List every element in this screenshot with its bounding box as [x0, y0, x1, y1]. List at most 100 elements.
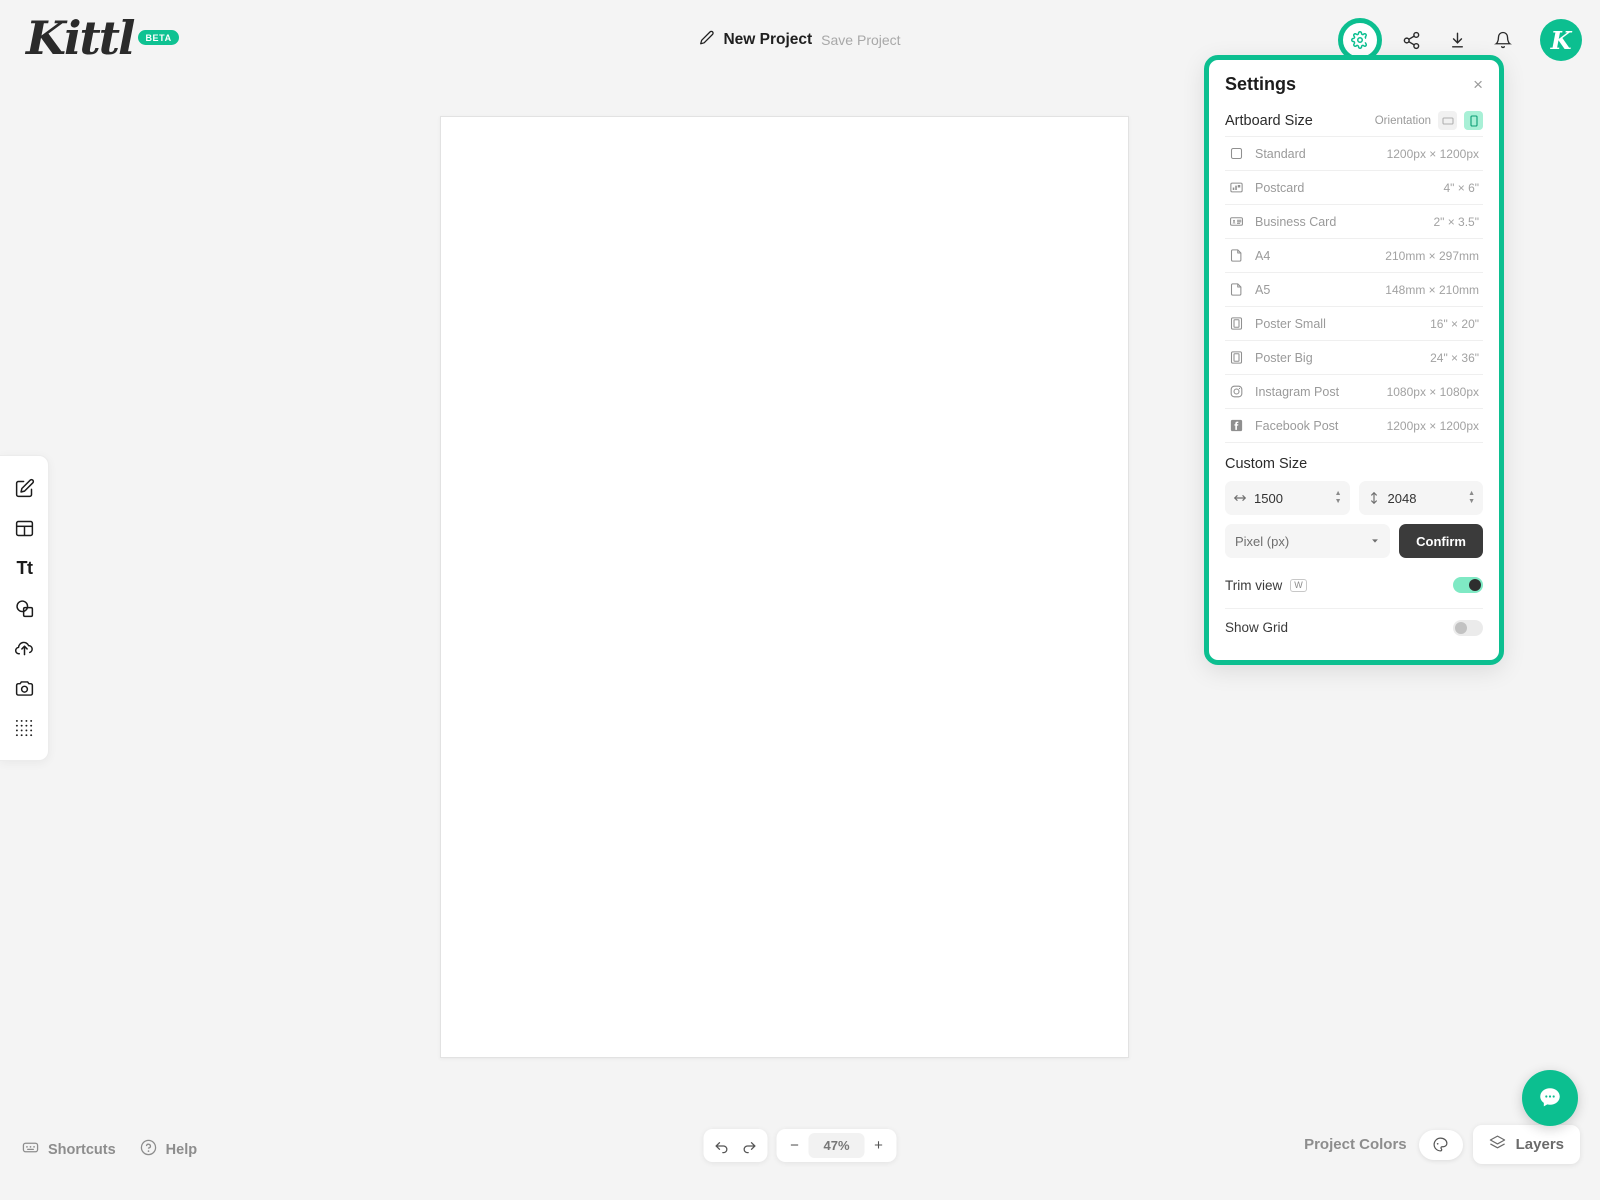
zoom-out-button[interactable]: − — [781, 1132, 809, 1160]
design-edit-tool[interactable] — [0, 468, 49, 508]
shapes-tool[interactable] — [0, 588, 49, 628]
facebook-icon — [1229, 418, 1255, 433]
shortcuts-button[interactable]: Shortcuts — [22, 1139, 116, 1160]
size-option-name: Instagram Post — [1255, 384, 1340, 399]
share-icon[interactable] — [1396, 25, 1426, 55]
custom-size-title: Custom Size — [1225, 456, 1308, 472]
zoom-in-button[interactable]: + — [865, 1132, 893, 1160]
page-icon — [1229, 248, 1255, 263]
size-option-poster-big[interactable]: Poster Big 24" × 36" — [1225, 341, 1483, 375]
project-name[interactable]: New Project — [723, 31, 812, 49]
text-tool[interactable]: Tt — [0, 548, 49, 588]
bell-icon[interactable] — [1488, 25, 1518, 55]
confirm-button[interactable]: Confirm — [1399, 524, 1483, 558]
logo-text: Kittl — [26, 11, 135, 65]
size-option-instagram-post[interactable]: Instagram Post 1080px × 1080px — [1225, 375, 1483, 409]
width-input[interactable]: 1500 ▲ ▼ — [1225, 481, 1350, 515]
show-grid-label: Show Grid — [1225, 620, 1289, 635]
size-option-name: Poster Big — [1255, 350, 1313, 365]
redo-icon[interactable] — [736, 1132, 764, 1160]
size-option-dimensions: 210mm × 297mm — [1385, 248, 1479, 263]
project-colors-label: Project Colors — [1304, 1136, 1407, 1153]
orientation-portrait-button[interactable] — [1464, 111, 1483, 130]
artboard-size-title: Artboard Size — [1225, 112, 1313, 129]
size-option-poster-small[interactable]: Poster Small 16" × 20" — [1225, 307, 1483, 341]
bottom-right-controls: Project Colors Layers — [1304, 1125, 1580, 1164]
help-label: Help — [165, 1141, 198, 1158]
app-logo[interactable]: Kittl BETA — [26, 12, 179, 64]
size-option-dimensions: 1200px × 1200px — [1386, 418, 1479, 433]
artboard[interactable] — [440, 116, 1129, 1058]
uploads-tool[interactable] — [0, 628, 49, 668]
size-option-facebook-post[interactable]: Facebook Post 1200px × 1200px — [1225, 409, 1483, 443]
unit-select[interactable]: Pixel (px) — [1225, 524, 1391, 558]
width-arrows-icon — [1233, 491, 1247, 505]
show-grid-left: Show Grid — [1225, 620, 1288, 635]
chat-support-button[interactable] — [1522, 1070, 1578, 1126]
text-tool-label: Tt — [16, 557, 34, 578]
palette-icon[interactable] — [1418, 1129, 1463, 1160]
trim-view-toggle[interactable] — [1453, 577, 1483, 593]
size-option-a4[interactable]: A4 210mm × 297mm — [1225, 239, 1483, 273]
page-icon — [1229, 282, 1255, 297]
settings-panel: Settings × Artboard Size Orientation Sta… — [1204, 55, 1504, 665]
width-value: 1500 — [1254, 490, 1283, 506]
size-option-standard[interactable]: Standard 1200px × 1200px — [1225, 137, 1483, 171]
size-option-name: Standard — [1255, 146, 1306, 161]
history-group — [703, 1129, 768, 1162]
left-toolbar: Tt — [0, 455, 49, 761]
toggle-knob — [1455, 621, 1467, 634]
square-icon — [1229, 146, 1255, 161]
photos-tool[interactable] — [0, 668, 49, 708]
project-title[interactable]: New Project Save Project — [699, 30, 901, 50]
unit-value: Pixel (px) — [1235, 533, 1290, 549]
bottom-left-links: Shortcuts Help — [22, 1139, 197, 1160]
postcard-icon — [1229, 180, 1255, 195]
undo-icon[interactable] — [708, 1132, 736, 1160]
size-option-name: Business Card — [1255, 214, 1337, 229]
size-option-dimensions: 4" × 6" — [1443, 180, 1479, 195]
trim-view-label: Trim view — [1225, 577, 1283, 593]
question-circle-icon — [140, 1139, 157, 1160]
unit-and-confirm-row: Pixel (px) Confirm — [1225, 524, 1483, 558]
size-option-dimensions: 16" × 20" — [1430, 316, 1479, 331]
size-option-dimensions: 1080px × 1080px — [1386, 384, 1479, 399]
business-card-icon — [1229, 214, 1255, 229]
size-option-name: Poster Small — [1255, 316, 1326, 331]
size-option-dimensions: 1200px × 1200px — [1386, 146, 1479, 161]
size-option-postcard[interactable]: Postcard 4" × 6" — [1225, 171, 1483, 205]
size-option-name: A4 — [1255, 248, 1271, 263]
templates-tool[interactable] — [0, 508, 49, 548]
help-button[interactable]: Help — [140, 1139, 197, 1160]
width-stepper[interactable]: ▲ ▼ — [1335, 490, 1342, 505]
trim-view-shortcut: W — [1290, 578, 1307, 592]
layers-icon — [1489, 1134, 1506, 1155]
height-stepper[interactable]: ▲ ▼ — [1468, 490, 1475, 505]
poster-icon — [1229, 350, 1255, 365]
size-option-a5[interactable]: A5 148mm × 210mm — [1225, 273, 1483, 307]
zoom-level-value[interactable]: 47% — [808, 1133, 865, 1158]
orientation-landscape-button[interactable] — [1438, 111, 1457, 130]
size-option-dimensions: 24" × 36" — [1430, 350, 1479, 365]
download-icon[interactable] — [1442, 25, 1472, 55]
layers-label: Layers — [1515, 1136, 1564, 1153]
show-grid-toggle[interactable] — [1453, 619, 1483, 636]
kittl-editor-window: Kittl BETA New Project Save Project K Tt… — [0, 0, 1600, 1200]
user-avatar[interactable]: K — [1540, 19, 1582, 61]
orientation-label: Orientation — [1374, 114, 1431, 127]
toggle-knob — [1469, 579, 1481, 591]
instagram-icon — [1229, 384, 1255, 399]
layers-button[interactable]: Layers — [1472, 1125, 1580, 1164]
project-colors-control[interactable]: Project Colors — [1304, 1129, 1463, 1160]
show-grid-row: Show Grid — [1225, 608, 1483, 646]
pencil-icon — [699, 30, 714, 50]
trim-view-left: Trim view W — [1225, 578, 1307, 593]
close-icon[interactable]: × — [1473, 76, 1483, 93]
size-option-business-card[interactable]: Business Card 2" × 3.5" — [1225, 205, 1483, 239]
size-option-name: Facebook Post — [1255, 418, 1339, 433]
elements-tool[interactable] — [0, 708, 49, 748]
size-option-name: A5 — [1255, 282, 1271, 297]
height-input[interactable]: 2048 ▲ ▼ — [1358, 481, 1483, 515]
keyboard-icon — [22, 1139, 39, 1160]
save-project-link[interactable]: Save Project — [821, 32, 900, 48]
